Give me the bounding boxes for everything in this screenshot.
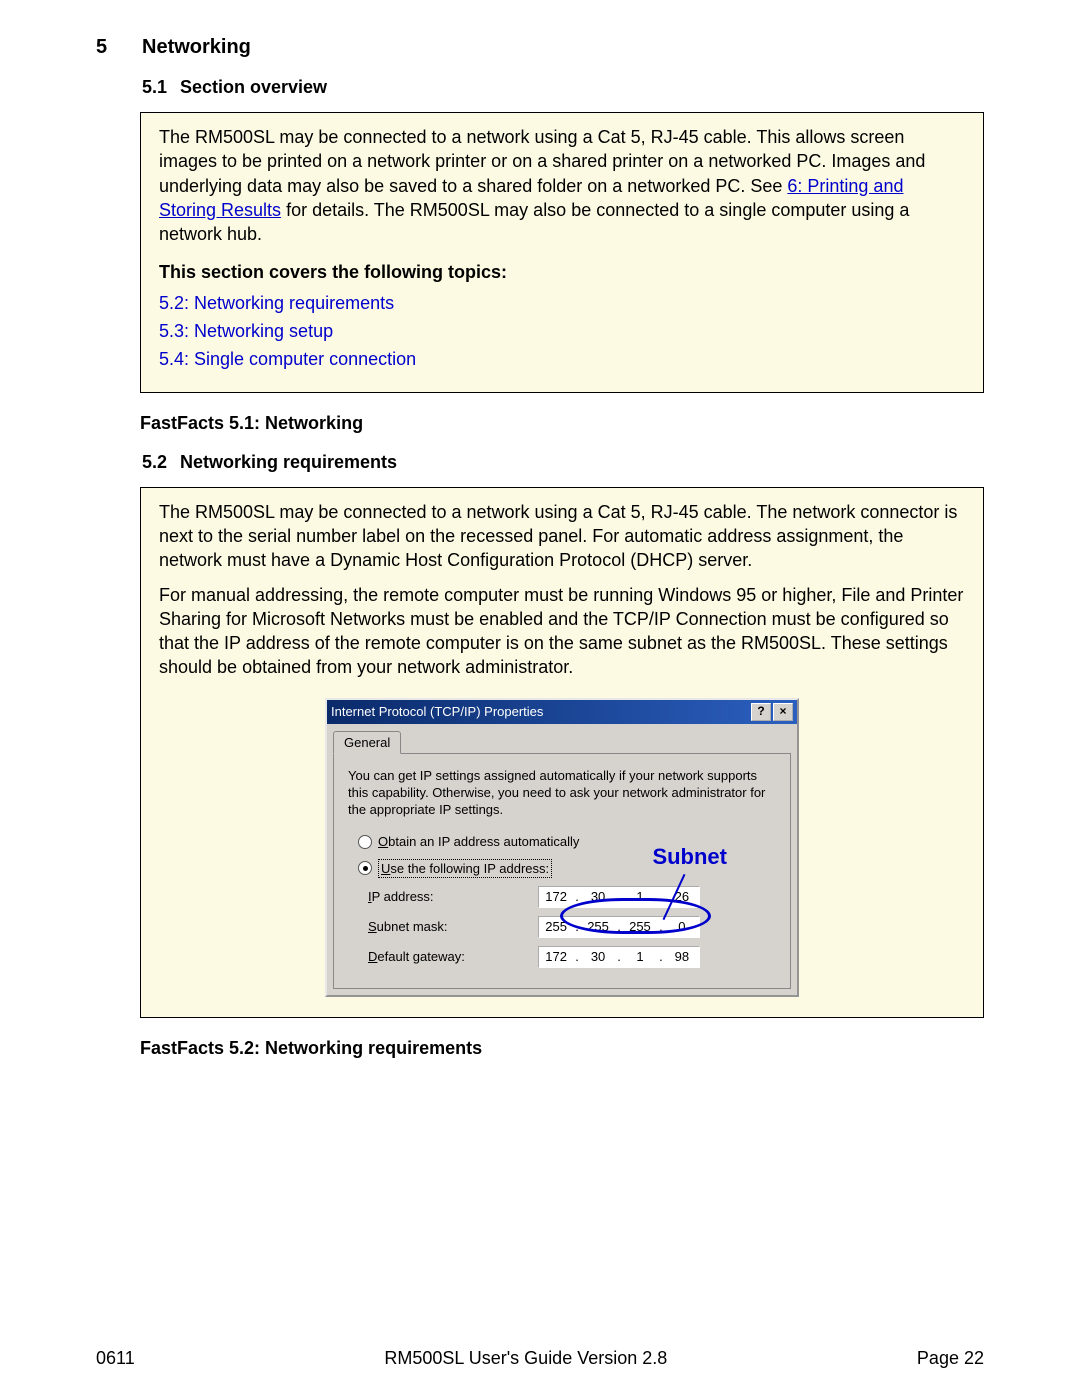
document-page: 5Networking 5.1Section overview The RM50… bbox=[0, 0, 1080, 1397]
toc-link-5-3[interactable]: 5.3: Networking setup bbox=[159, 319, 965, 343]
page-footer: 0611 RM500SL User's Guide Version 2.8 Pa… bbox=[96, 1348, 984, 1369]
default-gateway-label: Default gateway: bbox=[368, 948, 518, 966]
dialog-description: You can get IP settings assigned automat… bbox=[348, 768, 776, 819]
dialog-title: Internet Protocol (TCP/IP) Properties bbox=[331, 703, 543, 721]
radio-icon bbox=[358, 835, 372, 849]
close-button[interactable]: × bbox=[773, 703, 793, 721]
dialog-screenshot: Internet Protocol (TCP/IP) Properties ? … bbox=[159, 690, 965, 1001]
section-title: Section overview bbox=[180, 77, 327, 97]
footer-right: Page 22 bbox=[917, 1348, 984, 1369]
toc-heading: This section covers the following topics… bbox=[159, 260, 965, 284]
section-heading-5-1: 5.1Section overview bbox=[96, 77, 984, 98]
chapter-number: 5 bbox=[96, 36, 142, 59]
dialog-titlebar: Internet Protocol (TCP/IP) Properties ? … bbox=[327, 700, 797, 724]
fastfacts-5-1: FastFacts 5.1: Networking bbox=[140, 413, 984, 434]
overview-paragraph: The RM500SL may be connected to a networ… bbox=[159, 125, 965, 246]
default-gateway-input[interactable]: 172. 30. 1. 98 bbox=[538, 946, 700, 968]
footer-left: 0611 bbox=[96, 1348, 135, 1369]
help-button[interactable]: ? bbox=[751, 703, 771, 721]
tab-row: General bbox=[327, 724, 797, 754]
tcpip-properties-dialog: Internet Protocol (TCP/IP) Properties ? … bbox=[325, 698, 799, 997]
field-ip-address: IP address: 172. 30. 1. 26 bbox=[368, 886, 776, 908]
chapter-heading: 5Networking bbox=[96, 36, 984, 59]
dialog-panel: You can get IP settings assigned automat… bbox=[333, 753, 791, 989]
section-title: Networking requirements bbox=[180, 452, 397, 472]
radio-icon bbox=[358, 861, 372, 875]
subnet-mask-input[interactable]: 255. 255. 255. 0 bbox=[538, 916, 700, 938]
footer-center: RM500SL User's Guide Version 2.8 bbox=[384, 1348, 667, 1369]
fastfacts-5-2: FastFacts 5.2: Networking requirements bbox=[140, 1038, 984, 1059]
section-number: 5.2 bbox=[142, 452, 180, 473]
toc-link-5-4[interactable]: 5.4: Single computer connection bbox=[159, 347, 965, 371]
subnet-annotation: Subnet bbox=[652, 842, 727, 872]
chapter-title: Networking bbox=[142, 36, 251, 58]
section-heading-5-2: 5.2Networking requirements bbox=[96, 452, 984, 473]
tab-general[interactable]: General bbox=[333, 731, 401, 755]
toc-link-5-2[interactable]: 5.2: Networking requirements bbox=[159, 291, 965, 315]
requirements-p1: The RM500SL may be connected to a networ… bbox=[159, 500, 965, 573]
subnet-mask-label: Subnet mask: bbox=[368, 918, 518, 936]
requirements-p2: For manual addressing, the remote comput… bbox=[159, 583, 965, 680]
radio-label: Obtain an IP address automatically bbox=[378, 833, 579, 851]
overview-box: The RM500SL may be connected to a networ… bbox=[140, 112, 984, 393]
section-number: 5.1 bbox=[142, 77, 180, 98]
radio-label: Use the following IP address: bbox=[378, 859, 552, 879]
field-default-gateway: Default gateway: 172. 30. 1. 98 bbox=[368, 946, 776, 968]
ip-address-label: IP address: bbox=[368, 888, 518, 906]
requirements-box: The RM500SL may be connected to a networ… bbox=[140, 487, 984, 1018]
field-subnet-mask: Subnet mask: 255. 255. 255. 0 bbox=[368, 916, 776, 938]
